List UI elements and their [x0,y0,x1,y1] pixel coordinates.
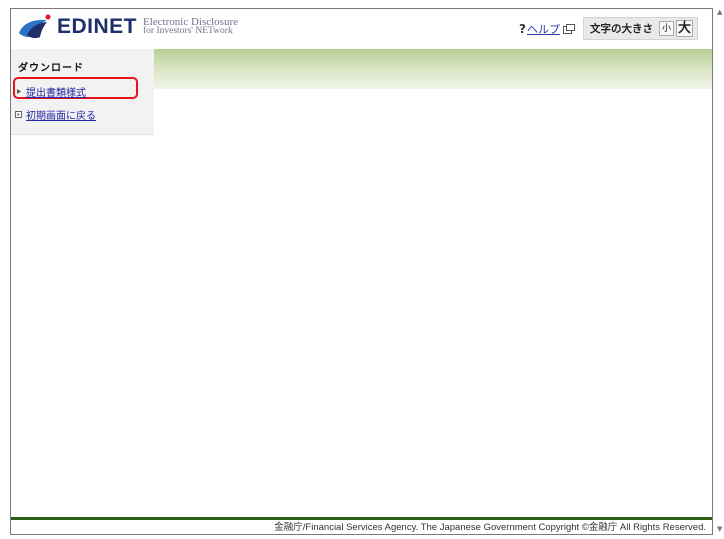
font-size-label: 文字の大きさ [590,23,653,35]
logo-wordmark: EDINET [57,15,138,38]
help-question-mark: ? [519,21,526,36]
logo-subtitle: Electronic Disclosure for Investors' NET… [143,17,238,36]
sidebar-item-label[interactable]: 初期画面に戻る [26,107,96,122]
logo-subtitle-line2: for Investors' NETwork [143,26,233,36]
footer-copyright: 金融庁/Financial Services Agency. The Japan… [274,522,706,533]
external-link-icon [563,23,575,34]
help-link[interactable]: ヘルプ [527,21,560,37]
edinet-logo-icon [19,14,51,39]
header-band [154,49,712,89]
scroll-down-icon[interactable]: ▼ [717,525,722,533]
square-bullet-icon [15,111,22,118]
font-small-button[interactable]: 小 [659,21,674,36]
header: EDINET Electronic Disclosure for Investo… [11,9,712,49]
sidebar-item-return-home[interactable]: 初期画面に戻る [15,107,96,122]
arrow-bullet-icon [17,89,21,94]
sidebar-item-submission-forms[interactable]: 提出書類様式 [15,84,86,99]
font-size-control: 文字の大きさ 小 大 [583,17,698,40]
scroll-up-icon[interactable]: ▲ [717,8,722,16]
header-tools: ? ヘルプ 文字の大きさ 小 大 [519,17,698,40]
sidebar: ダウンロード 提出書類様式 初期画面に戻る [11,49,154,135]
sidebar-item-label[interactable]: 提出書類様式 [26,84,86,99]
sidebar-title: ダウンロード [18,63,84,74]
app-window: EDINET Electronic Disclosure for Investo… [10,8,713,535]
font-large-button[interactable]: 大 [676,20,693,37]
logo[interactable]: EDINET Electronic Disclosure for Investo… [17,13,238,41]
